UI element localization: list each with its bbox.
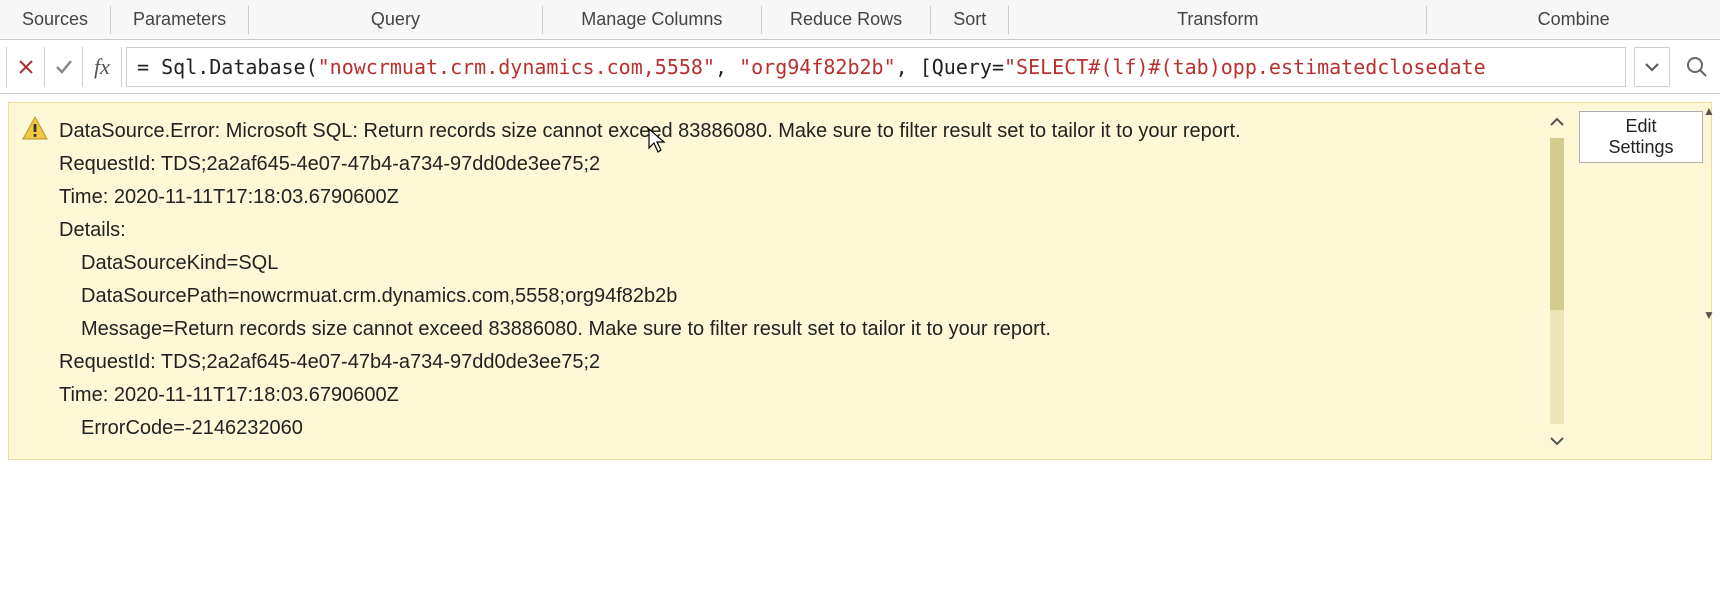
error-line: RequestId: TDS;2a2af645-4e07-47b4-a734-9…: [59, 148, 1543, 181]
error-text: DataSource.Error: Microsoft SQL: Return …: [59, 115, 1543, 445]
error-line: DataSource.Error: Microsoft SQL: Return …: [59, 115, 1543, 148]
error-content: DataSource.Error: Microsoft SQL: Return …: [9, 103, 1543, 459]
ribbon-group-combine[interactable]: Combine: [1427, 0, 1720, 39]
right-rail: ▲ ▼: [1698, 100, 1720, 616]
ribbon-group-sort[interactable]: Sort: [931, 0, 1008, 39]
error-line: Time: 2020-11-11T17:18:03.6790600Z: [59, 379, 1543, 412]
error-line: Message=Return records size cannot excee…: [59, 313, 1543, 346]
error-line: ErrorCode=-2146232060: [59, 412, 1543, 445]
error-line: DataSourcePath=nowcrmuat.crm.dynamics.co…: [59, 280, 1543, 313]
fx-icon[interactable]: fx: [83, 47, 121, 87]
ribbon-group-reduce-rows[interactable]: Reduce Rows: [762, 0, 930, 39]
formula-input[interactable]: = Sql.Database("nowcrmuat.crm.dynamics.c…: [126, 47, 1626, 87]
warning-icon: [21, 115, 49, 143]
formula-bar: fx = Sql.Database("nowcrmuat.crm.dynamic…: [0, 40, 1720, 94]
scroll-track[interactable]: [1550, 138, 1564, 424]
ribbon-group-sources[interactable]: Sources: [0, 0, 110, 39]
confirm-icon[interactable]: [45, 47, 83, 87]
ribbon-group-parameters[interactable]: Parameters: [111, 0, 248, 39]
error-line: Time: 2020-11-11T17:18:03.6790600Z: [59, 181, 1543, 214]
error-line: DataSourceKind=SQL: [59, 247, 1543, 280]
fx-label: fx: [86, 54, 118, 80]
formula-action-group: fx: [6, 47, 122, 87]
collapse-up-icon[interactable]: ▲: [1703, 104, 1715, 118]
search-icon[interactable]: [1680, 47, 1714, 87]
ribbon-group-transform[interactable]: Transform: [1009, 0, 1426, 39]
error-scrollbar[interactable]: [1543, 103, 1571, 459]
ribbon: Sources Parameters Query Manage Columns …: [0, 0, 1720, 40]
ribbon-group-query[interactable]: Query: [249, 0, 542, 39]
cancel-icon[interactable]: [7, 47, 45, 87]
scroll-thumb[interactable]: [1550, 138, 1564, 310]
error-line: RequestId: TDS;2a2af645-4e07-47b4-a734-9…: [59, 346, 1543, 379]
error-panel: DataSource.Error: Microsoft SQL: Return …: [8, 102, 1712, 460]
collapse-down-icon[interactable]: ▼: [1703, 308, 1715, 322]
edit-settings-button[interactable]: Edit Settings: [1579, 111, 1703, 163]
formula-text: = Sql.Database("nowcrmuat.crm.dynamics.c…: [137, 55, 1486, 79]
error-actions: Edit Settings: [1571, 103, 1711, 459]
ribbon-group-manage-columns[interactable]: Manage Columns: [543, 0, 761, 39]
error-line: Details:: [59, 214, 1543, 247]
expand-formula-button[interactable]: [1634, 47, 1670, 87]
scroll-down-icon[interactable]: [1550, 430, 1564, 451]
scroll-up-icon[interactable]: [1550, 111, 1564, 132]
